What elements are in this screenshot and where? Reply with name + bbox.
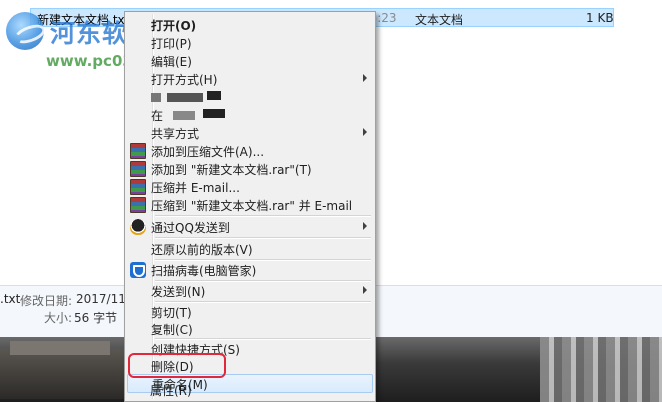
file-type: 文本文档: [415, 13, 464, 27]
menu-item-label: 共享方式: [151, 127, 200, 141]
menu-item-copy[interactable]: 复制(C): [127, 320, 373, 338]
menu-item-properties[interactable]: 属性(R): [126, 381, 372, 399]
menu-item-label: 打开(O): [151, 19, 197, 33]
submenu-arrow-icon: [363, 222, 367, 230]
file-size: 1 KB: [586, 11, 614, 25]
redacted-block: [151, 93, 161, 102]
redacted-block: [167, 93, 203, 102]
menu-item-edit[interactable]: 编辑(E): [127, 52, 373, 70]
details-modified-label: 修改日期:: [20, 294, 73, 308]
menu-separator: [155, 215, 371, 217]
details-size-label: 大小:: [44, 311, 73, 325]
details-modified-value: 2017/11/: [76, 292, 130, 306]
menu-item-cut[interactable]: 剪切(T): [127, 303, 373, 321]
menu-item-label: 压缩到 "新建文本文档.rar" 并 E-mail: [151, 199, 353, 213]
menu-item-print[interactable]: 打印(P): [127, 34, 373, 52]
menu-item-redacted-1[interactable]: [127, 88, 373, 106]
wallpaper-boat: [0, 341, 140, 399]
menu-item-label: 添加到压缩文件(A)...: [151, 145, 265, 159]
menu-item-compress-to-rar-email[interactable]: 压缩到 "新建文本文档.rar" 并 E-mail: [127, 196, 373, 214]
context-menu: 打开(O) 打印(P) 编辑(E) 打开方式(H) 在 共享方式 添加到压缩文件…: [124, 11, 376, 402]
menu-item-label: 创建快捷方式(S): [151, 343, 240, 357]
menu-item-add-to-rar[interactable]: 添加到 "新建文本文档.rar"(T): [127, 160, 373, 178]
menu-item-label: 压缩并 E-mail...: [151, 181, 240, 195]
menu-item-compress-email[interactable]: 压缩并 E-mail...: [127, 178, 373, 196]
menu-item-label: 删除(D): [151, 360, 194, 374]
redacted-block: [173, 111, 195, 120]
details-file-ext: .txt: [0, 292, 21, 306]
menu-item-add-to-archive[interactable]: 添加到压缩文件(A)...: [127, 142, 373, 160]
menu-item-open[interactable]: 打开(O): [127, 16, 373, 34]
menu-item-label: 复制(C): [151, 323, 193, 337]
menu-item-create-shortcut[interactable]: 创建快捷方式(S): [127, 340, 373, 358]
menu-item-restore-versions[interactable]: 还原以前的版本(V): [127, 240, 373, 258]
menu-item-send-via-qq[interactable]: 通过QQ发送到: [127, 218, 373, 236]
submenu-arrow-icon: [363, 286, 367, 294]
menu-item-label: 添加到 "新建文本文档.rar"(T): [151, 163, 312, 177]
menu-item-delete[interactable]: 删除(D): [127, 357, 373, 375]
winrar-icon: [130, 179, 146, 195]
winrar-icon: [130, 143, 146, 159]
menu-item-share-with[interactable]: 共享方式: [127, 124, 373, 142]
redacted-block: [203, 109, 225, 118]
menu-item-redacted-2[interactable]: 在: [127, 106, 373, 124]
menu-item-label: 发送到(N): [151, 285, 206, 299]
qq-icon: [130, 219, 146, 235]
menu-item-label: 在: [151, 109, 164, 123]
menu-item-label: 打印(P): [151, 37, 192, 51]
submenu-arrow-icon: [363, 74, 367, 82]
menu-item-label: 通过QQ发送到: [151, 221, 230, 235]
menu-item-label: 还原以前的版本(V): [151, 243, 253, 257]
menu-item-scan-virus[interactable]: 扫描病毒(电脑管家): [127, 261, 373, 279]
menu-item-label: 剪切(T): [151, 306, 192, 320]
redacted-block: [207, 91, 221, 100]
wallpaper-water: [540, 337, 662, 402]
menu-separator: [155, 237, 371, 239]
hedong-logo-icon: [6, 12, 44, 50]
submenu-arrow-icon: [363, 128, 367, 136]
menu-item-send-to[interactable]: 发送到(N): [127, 282, 373, 300]
winrar-icon: [130, 161, 146, 177]
shield-icon: [130, 262, 146, 278]
menu-item-open-with[interactable]: 打开方式(H): [127, 70, 373, 88]
details-size-value: 56 字节: [74, 311, 118, 325]
menu-item-label: 属性(R): [150, 384, 192, 398]
menu-item-label: 编辑(E): [151, 55, 192, 69]
menu-item-label: 扫描病毒(电脑管家): [151, 264, 257, 278]
menu-item-label: 打开方式(H): [151, 73, 218, 87]
winrar-icon: [130, 197, 146, 213]
